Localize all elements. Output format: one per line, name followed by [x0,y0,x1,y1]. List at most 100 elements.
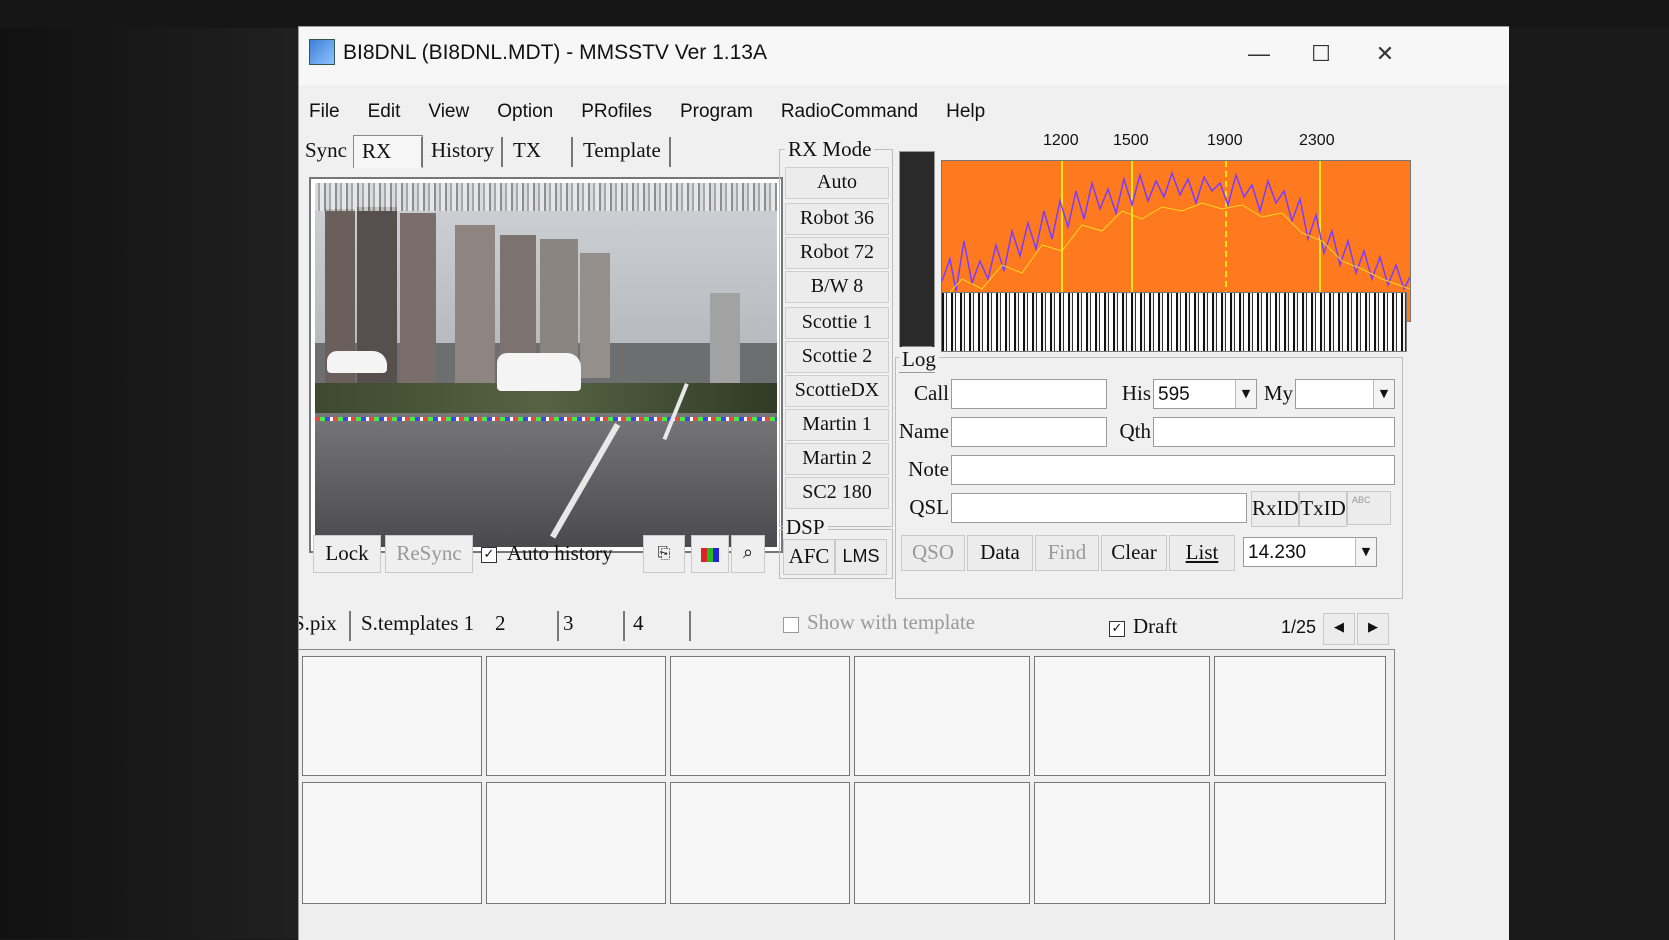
picture-car [327,351,387,373]
my-dropdown-icon[interactable]: ▼ [1373,380,1394,408]
mode-martin2-button[interactable]: Martin 2 [785,443,889,475]
tab-history[interactable]: History [423,135,502,167]
mode-robot36-button[interactable]: Robot 36 [785,203,889,235]
maximize-icon[interactable]: ☐ [1301,41,1341,67]
prev-page-icon[interactable]: ◀ [1323,613,1355,645]
picture-noise-stripe [315,417,777,421]
menu-radiocommand[interactable]: RadioCommand [781,101,918,131]
picture-car [497,353,581,391]
rx-mode-title: RX Mode [785,137,875,162]
signal-level-meter [899,151,935,373]
template-slot[interactable] [670,656,850,776]
mode-scottiedx-button[interactable]: ScottieDX [785,375,889,407]
tab-separator [501,137,503,167]
template-slot[interactable] [1214,656,1386,776]
tab-spix[interactable]: S.pix [299,608,337,638]
freq-label-1200: 1200 [1043,132,1079,149]
txid-button[interactable]: TxID [1299,491,1347,527]
picture-building [580,253,610,378]
lock-button[interactable]: Lock [313,535,381,573]
picture-building [455,225,495,385]
mode-sc2180-button[interactable]: SC2 180 [785,477,889,509]
spectrum-avg-line [941,202,1411,302]
template-slot[interactable] [302,782,482,904]
page-indicator: 1/25 [1281,617,1317,637]
note-field[interactable] [951,455,1395,485]
qsl-field[interactable] [951,493,1247,523]
mode-robot72-button[interactable]: Robot 72 [785,237,889,269]
menu-view[interactable]: View [428,101,469,131]
my-label: My [1263,381,1293,405]
show-with-template-checkbox[interactable] [783,617,799,633]
call-field[interactable] [951,379,1107,409]
data-button[interactable]: Data [967,535,1033,571]
tab-stemplates-3[interactable]: 3 [563,608,574,638]
tab-rx[interactable]: RX [353,135,423,168]
auto-history-checkbox[interactable]: ✓ [481,547,497,563]
mode-bw8-button[interactable]: B/W 8 [785,271,889,303]
list-button[interactable]: List [1169,535,1235,571]
mode-scottie2-button[interactable]: Scottie 2 [785,341,889,373]
rxid-button[interactable]: RxID [1251,491,1299,527]
call-label: Call [914,381,949,405]
mode-martin1-button[interactable]: Martin 1 [785,409,889,441]
log-title: Log [899,347,939,372]
template-slot[interactable] [854,782,1030,904]
frequency-value: 14.230 [1248,542,1307,563]
template-slot[interactable] [670,782,850,904]
tab-template[interactable]: Template [575,135,669,167]
qso-button[interactable]: QSO [901,535,965,571]
template-slot[interactable] [1034,782,1210,904]
afc-button[interactable]: AFC [783,539,835,575]
zoom-icon[interactable]: ⌕ [731,535,765,573]
menu-help[interactable]: Help [946,101,985,131]
template-slot[interactable] [1214,782,1386,904]
picture-noise [315,183,777,211]
tab-stemplates-1[interactable]: S.templates 1 [361,608,474,638]
template-slot[interactable] [302,656,482,776]
lms-button[interactable]: LMS [835,539,887,575]
qth-field[interactable] [1153,417,1395,447]
close-icon[interactable]: ✕ [1365,41,1405,67]
frequency-dropdown-icon[interactable]: ▼ [1355,538,1376,566]
mode-auto-button[interactable]: Auto [785,167,889,199]
resync-button[interactable]: ReSync [385,535,473,573]
template-slot[interactable] [854,656,1030,776]
mode-scottie1-button[interactable]: Scottie 1 [785,307,889,339]
menu-profiles[interactable]: PRofiles [581,101,652,131]
title-bar: BI8DNL (BI8DNL.MDT) - MMSSTV Ver 1.13A —… [299,27,1509,85]
his-value: 595 [1158,384,1190,405]
template-slot[interactable] [486,656,666,776]
name-field[interactable] [951,417,1107,447]
waterfall-display [941,292,1407,352]
color-bars-icon[interactable] [691,535,729,573]
copy-icon[interactable]: ⎘ [643,535,685,573]
menu-edit[interactable]: Edit [368,101,401,131]
tab-stemplates-4[interactable]: 4 [633,608,644,638]
menu-program[interactable]: Program [680,101,753,131]
tab-stemplates-2[interactable]: 2 [495,608,506,638]
his-field[interactable]: 595 ▼ [1153,379,1257,409]
tab-separator [349,611,351,641]
tab-sync[interactable]: Sync [299,135,355,167]
rx-picture [315,183,777,547]
tab-tx[interactable]: TX [505,135,549,167]
menu-option[interactable]: Option [497,101,553,131]
template-slot[interactable] [1034,656,1210,776]
my-field[interactable]: ▼ [1295,379,1395,409]
his-dropdown-icon[interactable]: ▼ [1235,380,1256,408]
find-button[interactable]: Find [1035,535,1099,571]
frequency-select[interactable]: 14.230 ▼ [1243,537,1377,567]
template-slot[interactable] [486,782,666,904]
draft-checkbox[interactable]: ✓ [1109,621,1125,637]
tab-separator [557,611,559,641]
clear-button[interactable]: Clear [1101,535,1167,571]
picture-building [710,293,740,383]
minimize-icon[interactable]: — [1239,41,1279,67]
tab-separator [669,137,671,167]
abc-button[interactable]: ABC [1347,491,1391,525]
freq-label-2300: 2300 [1299,132,1335,149]
rx-picture-frame[interactable] [309,177,783,553]
menu-file[interactable]: File [309,101,340,131]
next-page-icon[interactable]: ▶ [1357,613,1389,645]
